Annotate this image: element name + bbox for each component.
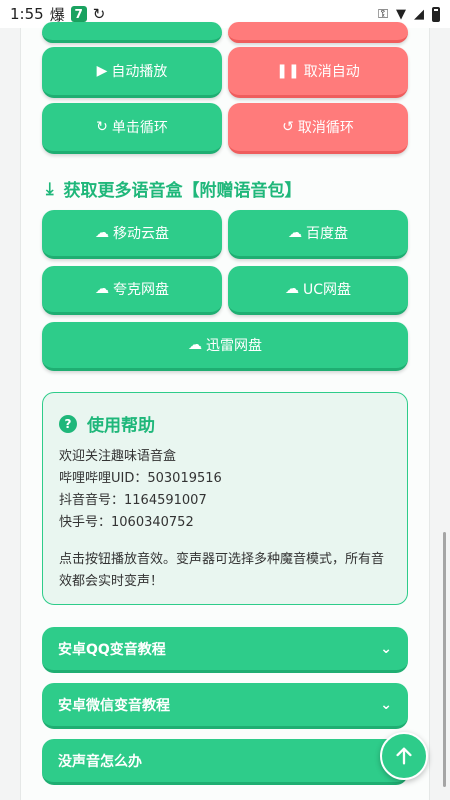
sync-icon: ↻ [92,5,106,23]
battery-icon [432,6,440,22]
help-line: 抖音音号：1164591007 [59,493,207,508]
cloud-icon: ☁ [188,337,202,353]
cancel-loop-button[interactable]: ↺ 取消循环 [228,103,408,154]
scrollbar[interactable] [443,532,446,787]
accordion-label: 安卓微信变音教程 [58,697,170,714]
question-icon: ? [59,414,77,433]
help-line: 欢迎关注趣味语音盒 [59,449,177,464]
help-title-text: 使用帮助 [87,416,155,436]
accordion-qq-tutorial[interactable]: 安卓QQ变音教程 ⌄ [42,627,408,673]
download-section-title: ⤓ 获取更多语音盒【附赠语音包】 [46,176,302,202]
signal-icon: ◢ [414,6,424,22]
accordion-wechat-tutorial[interactable]: 安卓微信变音教程 ⌄ [42,683,408,729]
pause-icon: ❚❚ [276,63,300,79]
cloud-icon: ☁ [95,225,109,241]
download-label: UC网盘 [302,282,352,298]
status-time: 1:55 [10,5,44,23]
download-icon: ⤓ [46,178,54,199]
cloud-icon: ☁ [95,281,109,297]
cloud-icon: ☁ [284,281,299,297]
download-button-uc[interactable]: ☁ UC网盘 [228,266,408,315]
vpn-key-icon: ⚿ [378,6,388,22]
single-loop-button[interactable]: ↻ 单击循环 [42,103,222,154]
download-button-mobile-cloud[interactable]: ☁ 移动云盘 [42,210,222,259]
accordion-label: 安卓QQ变音教程 [58,641,166,658]
help-line: 快手号：1060340752 [59,515,194,530]
arrow-up-icon [396,747,412,765]
cancel-auto-button[interactable]: ❚❚ 取消自动 [228,47,408,98]
download-button-quark[interactable]: ☁ 夸克网盘 [42,266,222,315]
cancel-loop-label: 取消循环 [297,120,354,136]
cancel-auto-label: 取消自动 [303,64,360,80]
undo-icon: ↺ [282,119,294,135]
app-badge-icon: 7 [70,6,87,22]
auto-play-button[interactable]: ▶ 自动播放 [42,47,222,98]
chevron-down-icon: ⌄ [380,696,392,713]
play-icon: ▶ [96,63,108,79]
accordion-label: 没声音怎么办 [58,753,142,770]
cut-off-red-button[interactable] [228,22,408,43]
download-button-baidu[interactable]: ☁ 百度盘 [228,210,408,259]
chevron-down-icon: ⌄ [380,640,392,657]
scroll-to-top-button[interactable] [380,732,428,780]
auto-play-label: 自动播放 [111,64,168,80]
single-loop-label: 单击循环 [111,120,168,136]
cut-off-green-button[interactable] [42,22,222,43]
help-description: 点击按钮播放音效。变声器可选择多种魔音模式，所有音效都会实时变声！ [59,552,385,589]
redo-icon: ↻ [96,119,108,135]
help-panel: ? 使用帮助 欢迎关注趣味语音盒 哔哩哔哩UID：503019516 抖音音号：… [42,392,408,605]
download-button-xunlei[interactable]: ☁ 迅雷网盘 [42,322,408,371]
download-label: 移动云盘 [113,226,169,242]
download-label: 百度盘 [306,226,348,242]
download-title-text: 获取更多语音盒【附赠语音包】 [63,181,302,201]
download-label: 夸克网盘 [113,282,169,298]
help-line: 哔哩哔哩UID：503019516 [59,471,222,486]
help-title: ? 使用帮助 [59,411,155,436]
download-label: 迅雷网盘 [206,338,262,354]
accordion-no-sound[interactable]: 没声音怎么办 [42,739,408,785]
cloud-icon: ☁ [288,225,302,241]
wifi-icon: ▼ [396,6,406,22]
